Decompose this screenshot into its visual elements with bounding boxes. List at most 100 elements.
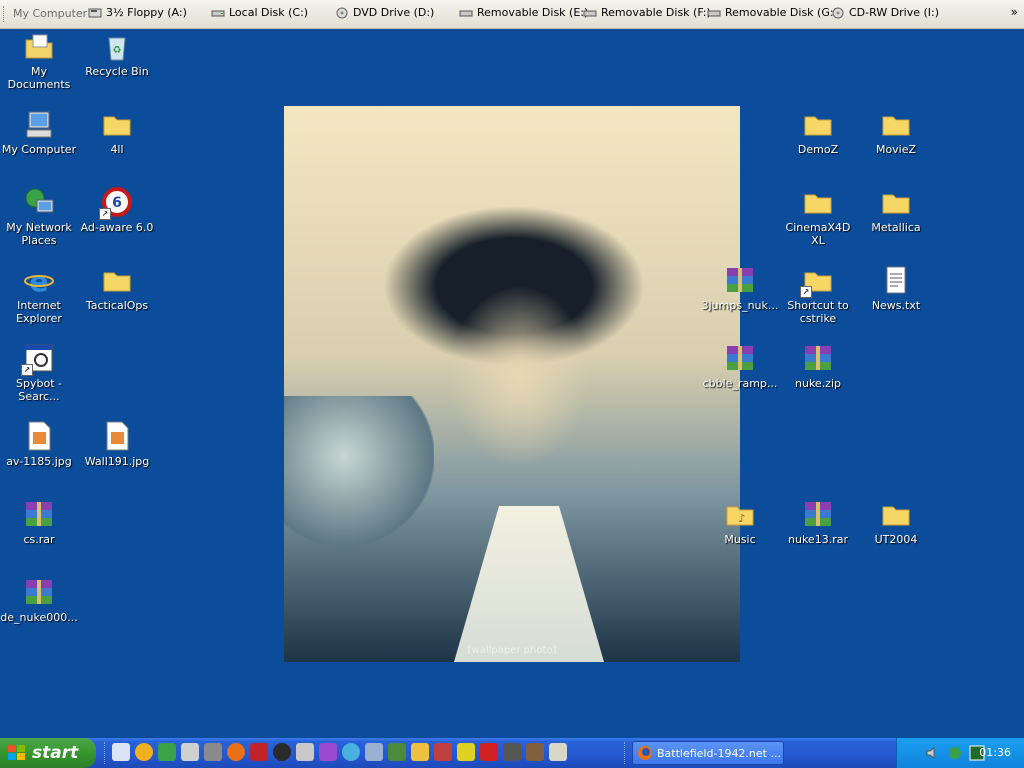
rar-archive-icon <box>724 264 756 296</box>
folder-icon <box>101 264 133 296</box>
desktop-icon-wall191[interactable]: Wall191.jpg <box>78 420 156 468</box>
network-tray-icon[interactable] <box>947 745 963 761</box>
pencil-icon[interactable] <box>411 743 429 761</box>
desktop-icon-metallica[interactable]: Metallica <box>857 186 935 234</box>
drive-a-button[interactable]: 3½ Floppy (A:) <box>88 6 187 19</box>
icon-label: CinemaX4D XL <box>785 221 851 247</box>
shortcut-arrow-icon: ↗ <box>21 364 33 376</box>
rifle-icon[interactable] <box>526 743 544 761</box>
jpg-file-icon <box>23 420 55 452</box>
desktop-icon-spybot[interactable]: ↗ Spybot - Searc... <box>0 342 78 403</box>
speaker-icon[interactable] <box>925 745 941 761</box>
wallpaper-image: [wallpaper photo] <box>284 106 740 662</box>
desktop-icon-nuke-zip[interactable]: nuke.zip <box>779 342 857 390</box>
icon-label: DemoZ <box>797 143 839 156</box>
recycle-bin-icon: ♻ <box>101 30 133 62</box>
desktop-icon-my-computer[interactable]: My Computer <box>0 108 78 156</box>
quick-launch-toolbar <box>112 743 572 763</box>
folder-icon <box>101 108 133 140</box>
clock[interactable]: 01:36 <box>979 746 1011 759</box>
desktop-icon-cinemax4d[interactable]: CinemaX4D XL <box>779 186 857 247</box>
network-icon[interactable] <box>342 743 360 761</box>
desktop-icon-cbble-ramp[interactable]: cbble_ramp... <box>701 342 779 390</box>
teamspeak-icon[interactable] <box>204 743 222 761</box>
rar-archive-icon <box>23 498 55 530</box>
drive-c-button[interactable]: Local Disk (C:) <box>211 6 308 19</box>
desktop-icon-de-nuke[interactable]: de_nuke000... <box>0 576 78 624</box>
desktop-icon-cs-rar[interactable]: cs.rar <box>0 498 78 546</box>
windows-flag-icon <box>8 745 25 760</box>
desktop-icon-moviez[interactable]: MovieZ <box>857 108 935 156</box>
deskbar-title[interactable]: My Computer <box>13 7 87 20</box>
drive-d-button[interactable]: DVD Drive (D:) <box>335 6 434 19</box>
icon-label: Music <box>724 533 756 546</box>
show-desktop-icon[interactable] <box>112 743 130 761</box>
start-button[interactable]: start <box>0 738 96 768</box>
icon-label: Shortcut to cstrike <box>787 299 849 325</box>
winamp-icon[interactable] <box>181 743 199 761</box>
icon-label: My Computer <box>1 143 77 156</box>
toolbar-grip[interactable] <box>3 6 7 22</box>
icon-label: TacticalOps <box>85 299 149 312</box>
scissors-icon[interactable] <box>365 743 383 761</box>
monster-icon[interactable] <box>388 743 406 761</box>
icon-label: 4ll <box>110 143 124 156</box>
spray-icon[interactable] <box>434 743 452 761</box>
desktop-icon-adaware[interactable]: 6 ↗ Ad-aware 6.0 <box>78 186 156 234</box>
lite-app-icon[interactable] <box>158 743 176 761</box>
drive-label: Removable Disk (G:) <box>725 6 838 19</box>
hard-disk-icon <box>211 10 225 16</box>
icon-label: cbble_ramp... <box>702 377 778 390</box>
drive-e-button[interactable]: Removable Disk (E:) <box>459 6 588 19</box>
folder-icon <box>880 186 912 218</box>
adaware-icon: 6 ↗ <box>99 186 133 220</box>
toolbar-separator[interactable] <box>624 742 628 764</box>
icon-label: nuke.zip <box>795 377 841 390</box>
desktop-icon-3jumps-nuk[interactable]: 3jumps_nuk... <box>701 264 779 312</box>
desktop-icon-tacticalops[interactable]: TacticalOps <box>78 264 156 312</box>
tool-icon[interactable] <box>250 743 268 761</box>
drive-g-button[interactable]: Removable Disk (G:) <box>707 6 838 19</box>
desktop-icon-4ll[interactable]: 4ll <box>78 108 156 156</box>
desktop-icon-news-txt[interactable]: News.txt <box>857 264 935 312</box>
desktop-icon-my-documents[interactable]: My Documents <box>0 30 78 91</box>
steam-icon[interactable] <box>273 743 291 761</box>
chevron-overflow-icon[interactable]: » <box>1011 5 1018 19</box>
icon-label: Metallica <box>871 221 921 234</box>
desktop-icon-shortcut-cstrike[interactable]: ↗ Shortcut to cstrike <box>779 264 857 325</box>
drive-f-button[interactable]: Removable Disk (F:) <box>583 6 711 19</box>
chat-icon[interactable] <box>549 743 567 761</box>
desktop-icon-av-1185[interactable]: av-1185.jpg <box>0 420 78 468</box>
folder-icon <box>802 108 834 140</box>
skull-icon[interactable] <box>480 743 498 761</box>
rar-archive-icon <box>724 342 756 374</box>
taskbar-button-battlefield[interactable]: Battlefield-1942.net ... <box>632 741 784 765</box>
toolbar-separator[interactable] <box>104 742 108 764</box>
taskbar: start Battlefield-1942.net ... 01:36 <box>0 738 1024 768</box>
desktop-icon-demoz[interactable]: DemoZ <box>779 108 857 156</box>
paint-icon[interactable] <box>319 743 337 761</box>
printer-icon[interactable] <box>296 743 314 761</box>
wallpaper-shirt-shape <box>454 506 604 662</box>
game-icon[interactable] <box>457 743 475 761</box>
icon-label: Wall191.jpg <box>84 455 150 468</box>
rar-archive-icon <box>802 498 834 530</box>
drive-label: 3½ Floppy (A:) <box>106 6 187 19</box>
alien-icon[interactable] <box>503 743 521 761</box>
rar-archive-icon <box>23 576 55 608</box>
desktop-icon-internet-explorer[interactable]: e Internet Explorer <box>0 264 78 325</box>
drive-i-button[interactable]: CD-RW Drive (I:) <box>831 6 939 19</box>
svg-text:♻: ♻ <box>113 45 122 56</box>
desktop-icon-recycle-bin[interactable]: ♻ Recycle Bin <box>78 30 156 78</box>
desktop-icon-music[interactable]: ♪ Music <box>701 498 779 546</box>
icon-label: My Network Places <box>6 221 72 247</box>
desktop-icon-nuke13-rar[interactable]: nuke13.rar <box>779 498 857 546</box>
drive-label: Removable Disk (E:) <box>477 6 589 19</box>
cdrw-drive-icon <box>832 7 844 18</box>
firefox-icon[interactable] <box>227 743 245 761</box>
desktop-icon-ut2004[interactable]: UT2004 <box>857 498 935 546</box>
desktop-icon-network-places[interactable]: My Network Places <box>0 186 78 247</box>
media-player-icon[interactable] <box>135 743 153 761</box>
jpg-file-icon <box>101 420 133 452</box>
icon-label: cs.rar <box>23 533 55 546</box>
